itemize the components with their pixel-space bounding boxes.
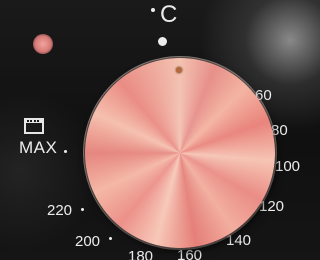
fan-oven-icon — [24, 118, 44, 134]
temp-label-180: 180 — [128, 248, 154, 260]
tick-dot-220 — [81, 208, 84, 211]
tick-dot-200 — [109, 237, 112, 240]
oven-control-panel: C MAX 60 80 100 120 140 160 180 200 220 — [0, 0, 320, 260]
pointer-dot-icon — [158, 37, 167, 46]
max-label: MAX — [19, 138, 58, 157]
temp-label-100: 100 — [275, 158, 301, 175]
knob-indicator-dot — [176, 67, 182, 73]
temp-label-200: 200 — [75, 233, 101, 250]
light-reflection — [33, 34, 53, 54]
unit-degree-dot — [151, 8, 155, 12]
temperature-unit-label: C — [160, 1, 178, 28]
temp-label-220: 220 — [47, 202, 73, 219]
temperature-knob[interactable] — [85, 58, 275, 248]
max-tick-dot — [64, 150, 67, 153]
